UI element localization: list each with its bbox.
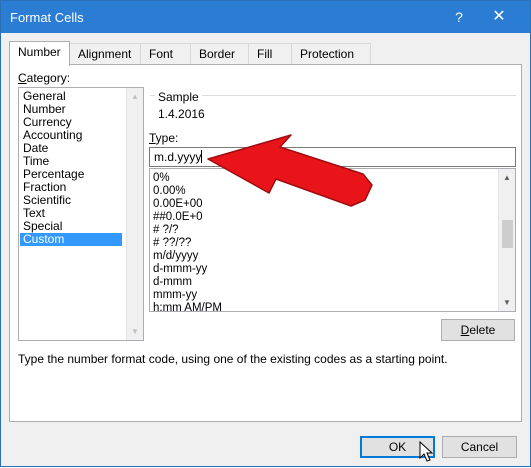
- format-list-scrollbar[interactable]: ▲ ▼: [498, 169, 515, 311]
- category-item-custom[interactable]: Custom: [20, 233, 122, 246]
- format-item[interactable]: d-mmm-yy: [153, 263, 207, 276]
- close-button[interactable]: ✕: [479, 1, 519, 33]
- scroll-up-icon[interactable]: ▲: [499, 169, 515, 186]
- cancel-button[interactable]: Cancel: [442, 436, 517, 458]
- category-label-rest: ategory:: [26, 71, 71, 85]
- hint-text: Type the number format code, using one o…: [18, 352, 448, 366]
- format-code-list[interactable]: 0% 0.00% 0.00E+00 ##0.0E+0 # ?/? # ??/??…: [149, 168, 516, 315]
- format-item[interactable]: ##0.0E+0: [153, 211, 203, 224]
- format-item[interactable]: m/d/yyyy: [153, 250, 198, 263]
- category-list[interactable]: General Number Currency Accounting Date …: [18, 87, 144, 341]
- scroll-down-icon[interactable]: ▼: [499, 294, 515, 311]
- category-label: Category:: [18, 71, 71, 85]
- title-bar: Format Cells ? ✕: [1, 1, 530, 33]
- tab-number[interactable]: Number: [9, 41, 70, 66]
- help-button[interactable]: ?: [439, 1, 479, 33]
- tab-border[interactable]: Border: [190, 43, 249, 65]
- tab-alignment[interactable]: Alignment: [69, 43, 141, 65]
- number-tab-panel: Category: General Number Currency Accoun…: [9, 64, 522, 422]
- format-item[interactable]: h:mm AM/PM: [153, 302, 222, 315]
- format-item[interactable]: mmm-yy: [153, 289, 197, 302]
- sample-label: Sample: [155, 90, 202, 104]
- category-scrollbar[interactable]: ▲ ▼: [126, 88, 143, 340]
- format-item[interactable]: d-mmm: [153, 276, 192, 289]
- tab-font[interactable]: Font: [140, 43, 191, 65]
- text-caret: [201, 150, 203, 163]
- format-item[interactable]: 0.00E+00: [153, 198, 203, 211]
- scroll-up-icon[interactable]: ▲: [127, 88, 143, 105]
- sample-value: 1.4.2016: [158, 107, 205, 121]
- tab-protection[interactable]: Protection: [291, 43, 371, 65]
- format-item[interactable]: 0.00%: [153, 185, 186, 198]
- type-label: Type:: [149, 131, 179, 145]
- type-label-rest: ype:: [155, 131, 179, 145]
- delete-button-rest: elete: [469, 323, 496, 337]
- format-item[interactable]: # ?/?: [153, 224, 179, 237]
- dialog-title: Format Cells: [10, 10, 84, 25]
- format-item[interactable]: 0%: [153, 172, 170, 185]
- scrollbar-thumb[interactable]: [502, 220, 513, 248]
- mouse-pointer-icon: [419, 441, 433, 462]
- delete-button[interactable]: Delete: [441, 319, 515, 341]
- scroll-down-icon[interactable]: ▼: [127, 323, 143, 340]
- type-input[interactable]: m.d.yyyy: [149, 147, 516, 167]
- tab-fill[interactable]: Fill: [248, 43, 292, 65]
- format-cells-dialog: Format Cells ? ✕ Number Alignment Font B…: [0, 0, 531, 467]
- format-item[interactable]: # ??/??: [153, 237, 191, 250]
- type-input-value: m.d.yyyy: [154, 150, 202, 164]
